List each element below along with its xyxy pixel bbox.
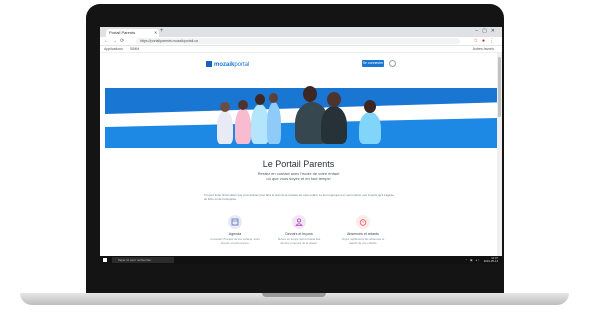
child-head [220, 102, 230, 112]
child-figure [217, 110, 233, 144]
window-controls[interactable]: –▢✕ [475, 28, 499, 34]
taskbar-apps [180, 258, 252, 262]
nav-buttons-icon[interactable]: ←→⟳ [104, 38, 127, 44]
feature-desc: Voyez rapidement les absences et retards… [341, 237, 385, 245]
mozaik-logo[interactable]: mozaikportal [206, 61, 249, 68]
laptop-notch [262, 293, 326, 297]
child-head [238, 100, 248, 110]
page-scrollbar[interactable] [497, 53, 502, 256]
browser-toolbar: ←→⟳ https://portailparents.mozaikportail… [100, 37, 502, 46]
subtitle-line-2: où que vous soyez et en tout temps! [266, 176, 331, 181]
bookmark-applications[interactable]: Applications [104, 46, 123, 52]
feature-absences[interactable]: Absences et retards Voyez rapidement les… [338, 215, 388, 245]
tab-title: Portail Parents [109, 30, 136, 35]
taskbar-clock[interactable]: 11:07 2019-05-14 [484, 257, 498, 263]
child-head [364, 100, 376, 113]
taskbar-search[interactable]: Taper ici pour rechercher [112, 257, 174, 263]
bookmark-other[interactable]: Autres favoris [473, 46, 494, 52]
feature-title: Agenda [228, 232, 242, 236]
calendar-icon [228, 215, 242, 229]
feature-title: Devoirs et leçons [285, 232, 313, 236]
clock-date: 2019-05-14 [483, 259, 498, 263]
web-page: mozaikportal Se connecter Le Portail Par… [100, 53, 497, 256]
child-figure [267, 102, 281, 144]
address-bar[interactable]: https://portailparents.mozaikportail.ca [136, 38, 460, 44]
intro-paragraph: Trouvez toute l'information que vous dés… [204, 193, 394, 201]
connect-button[interactable]: Se connecter [362, 60, 384, 67]
child-head [303, 86, 317, 102]
child-figure [359, 112, 381, 144]
logo-suffix: portal [234, 62, 250, 68]
address-url: https://portailparents.mozaikportail.ca [140, 39, 198, 43]
child-figure [235, 108, 251, 144]
feature-agenda[interactable]: Agenda Consultez l'horaire de vos enfant… [210, 215, 260, 245]
close-tab-icon[interactable]: ✕ [154, 29, 157, 37]
bookmarks-bar: Applications SIMM Autres favoris [100, 46, 502, 53]
system-tray-icon[interactable]: ^ ▣ ◂) [466, 258, 480, 262]
feature-desc: Suivez en temps réel le travail des devo… [277, 237, 321, 245]
child-head [327, 92, 341, 107]
feature-desc: Consultez l'horaire de vos enfants, leur… [210, 237, 260, 245]
windows-start-icon[interactable] [103, 258, 107, 262]
bookmark-simm[interactable]: SIMM [130, 46, 139, 52]
hero-banner [105, 86, 497, 148]
logo-mark-icon [206, 61, 212, 67]
windows-taskbar: Taper ici pour rechercher ^ ▣ ◂) 11:07 2… [100, 256, 502, 264]
logo-brand: mozaik [214, 62, 235, 68]
person-icon [292, 215, 306, 229]
feature-devoirs[interactable]: Devoirs et leçons Suivez en temps réel l… [274, 215, 324, 245]
alarm-icon [356, 215, 370, 229]
child-head [255, 94, 265, 105]
extensions-icon[interactable]: ☆●⋮ [473, 38, 498, 44]
feature-title: Absences et retards [347, 232, 379, 236]
scrollbar-thumb[interactable] [498, 57, 501, 117]
child-head [269, 93, 278, 103]
laptop-screen: Portail Parents ✕ + –▢✕ ←→⟳ https://port… [100, 27, 502, 264]
page-title: Le Portail Parents [262, 159, 335, 169]
new-tab-icon[interactable]: + [160, 28, 164, 34]
page-subtitle: Restez en contact avec l'école de votre … [100, 171, 497, 181]
child-figure [321, 106, 347, 144]
language-globe-icon[interactable] [389, 60, 396, 67]
browser-tab-bar: Portail Parents ✕ + –▢✕ [100, 27, 502, 37]
browser-tab[interactable]: Portail Parents ✕ [106, 29, 159, 37]
